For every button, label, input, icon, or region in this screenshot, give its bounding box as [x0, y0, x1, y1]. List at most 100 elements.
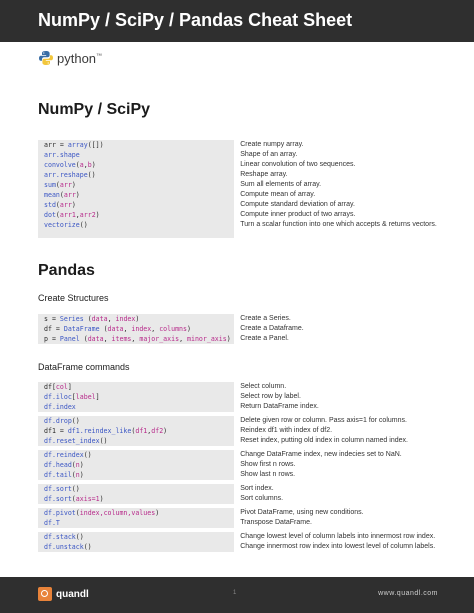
code-token: index	[131, 325, 152, 333]
code-token: convolve	[44, 161, 76, 169]
code-token: arr.shape	[44, 151, 80, 159]
code-token: ]	[95, 393, 100, 401]
code-cell: df.drop()	[38, 416, 235, 426]
code-cell: df1 = df1.reindex_like(df1,df2)	[38, 426, 235, 436]
code-token: arr	[59, 181, 72, 189]
code-token: arr1	[59, 211, 76, 219]
code-token: data	[91, 315, 108, 323]
create-structures-table: s = Series (data, index) Create a Series.…	[38, 314, 438, 344]
description-cell: Select row by label.	[240, 393, 301, 400]
table-row: convolve(a,b) Linear convolution of two s…	[38, 160, 438, 170]
code-token: df2	[151, 427, 164, 435]
code-cell: vectorize()	[38, 220, 235, 238]
table-row: df.drop() Delete given row or column. Pas…	[38, 416, 438, 426]
description-cell: Select column.	[240, 383, 287, 390]
code-token: dot	[44, 211, 56, 219]
description-cell: Shape of an array.	[240, 151, 298, 158]
description-cell: Sort columns.	[240, 495, 284, 502]
table-row: df1 = df1.reindex_like(df1,df2) Reindex d…	[38, 426, 438, 436]
code-cell: convolve(a,b)	[38, 160, 235, 170]
code-cell: df.sort(axis=1)	[38, 494, 235, 504]
code-token: index,column,values	[79, 509, 156, 517]
code-token: (	[99, 325, 108, 333]
python-icon	[39, 51, 53, 65]
description-cell: Create numpy array.	[240, 141, 304, 148]
code-cell: df.T	[38, 518, 235, 528]
code-token: df.head	[44, 461, 72, 469]
code-cell: sum(arr)	[38, 180, 235, 190]
numpy-table: arr = array([]) Create numpy array. arr.sh…	[38, 140, 438, 238]
code-token: sum	[44, 181, 56, 189]
code-cell: df.pivot(index,column,values)	[38, 508, 235, 518]
code-token: mean	[44, 191, 60, 199]
table-row: s = Series (data, index) Create a Series.	[38, 314, 438, 324]
code-cell: df.stack()	[38, 532, 235, 542]
code-token: p =	[44, 335, 60, 343]
code-token: ()	[99, 437, 108, 445]
description-cell: Create a Dataframe.	[240, 325, 304, 332]
page-number: 1	[233, 590, 237, 596]
description-cell: Transpose DataFrame.	[240, 519, 312, 526]
code-token: data	[87, 335, 104, 343]
python-logo: python™	[38, 47, 102, 69]
code-token: df.sort	[44, 495, 72, 503]
code-cell: arr.reshape()	[38, 170, 235, 180]
create-structures-heading: Create Structures	[38, 293, 109, 303]
code-token: ()	[71, 485, 80, 493]
table-row: df.reset_index() Reset index, putting old…	[38, 436, 438, 446]
code-token: s =	[44, 315, 60, 323]
footer-site-link[interactable]: www.quandl.com	[378, 590, 438, 597]
code-token: label	[75, 393, 96, 401]
code-cell: s = Series (data, index)	[38, 314, 235, 324]
table-row: vectorize() Turn a scalar function into o…	[38, 220, 438, 238]
dataframe-commands-table: df[col] Select column. df.iloc[label] Selec…	[38, 382, 438, 552]
code-token: ()	[75, 533, 84, 541]
code-token: )	[71, 181, 76, 189]
table-row: arr = array([]) Create numpy array.	[38, 140, 438, 150]
code-token: )	[79, 461, 84, 469]
table-row: df.reindex() Change DataFrame index, new …	[38, 450, 438, 460]
code-token: )	[226, 335, 231, 343]
code-token: ()	[87, 171, 96, 179]
table-row: arr.shape Shape of an array.	[38, 150, 438, 160]
code-token: vectorize	[44, 221, 80, 229]
code-token: df.tail	[44, 471, 72, 479]
table-row: p = Panel (data, items, major_axis, mino…	[38, 334, 438, 344]
code-token: df.iloc	[44, 393, 72, 401]
code-cell: df.reset_index()	[38, 436, 235, 446]
code-cell: df.head(n)	[38, 460, 235, 470]
code-token: df1.reindex_like	[67, 427, 132, 435]
table-row: df.iloc[label] Select row by label.	[38, 392, 438, 402]
code-cell: df.iloc[label]	[38, 392, 235, 402]
table-row: df.index Return DataFrame index.	[38, 402, 438, 412]
description-cell: Linear convolution of two sequences.	[240, 161, 356, 168]
code-cell: df[col]	[38, 382, 235, 392]
pandas-heading: Pandas	[38, 262, 95, 279]
code-cell: df.sort()	[38, 484, 235, 494]
description-cell: Delete given row or column. Pass axis=1 …	[240, 417, 407, 424]
description-cell: Create a Series.	[240, 315, 291, 322]
table-row: df.sort() Sort index.	[38, 484, 438, 494]
code-token: data	[107, 325, 124, 333]
code-token: df.drop	[44, 417, 72, 425]
dataframe-commands-heading: DataFrame commands	[38, 362, 130, 372]
code-token: df.stack	[44, 533, 76, 541]
code-token: arr	[59, 201, 72, 209]
description-cell: Turn a scalar function into one which ac…	[240, 221, 437, 228]
code-token: columns	[159, 325, 187, 333]
code-cell: p = Panel (data, items, major_axis, mino…	[38, 334, 235, 344]
code-token: )	[135, 315, 140, 323]
code-token: (	[83, 315, 92, 323]
description-cell: Pivot DataFrame, using new conditions.	[240, 509, 364, 516]
page-title: NumPy / SciPy / Pandas Cheat Sheet	[38, 10, 353, 30]
code-token: array	[67, 141, 88, 149]
code-token: )	[91, 161, 96, 169]
code-token: )	[163, 427, 168, 435]
code-token: std	[44, 201, 56, 209]
code-token: )	[95, 211, 100, 219]
description-cell: Reindex df1 with index of df2.	[240, 427, 333, 434]
python-wordmark: python™	[57, 50, 103, 66]
table-row: df.pivot(index,column,values) Pivot DataF…	[38, 508, 438, 518]
table-row: dot(arr1,arr2) Compute inner product of t…	[38, 210, 438, 220]
code-token: )	[99, 495, 104, 503]
